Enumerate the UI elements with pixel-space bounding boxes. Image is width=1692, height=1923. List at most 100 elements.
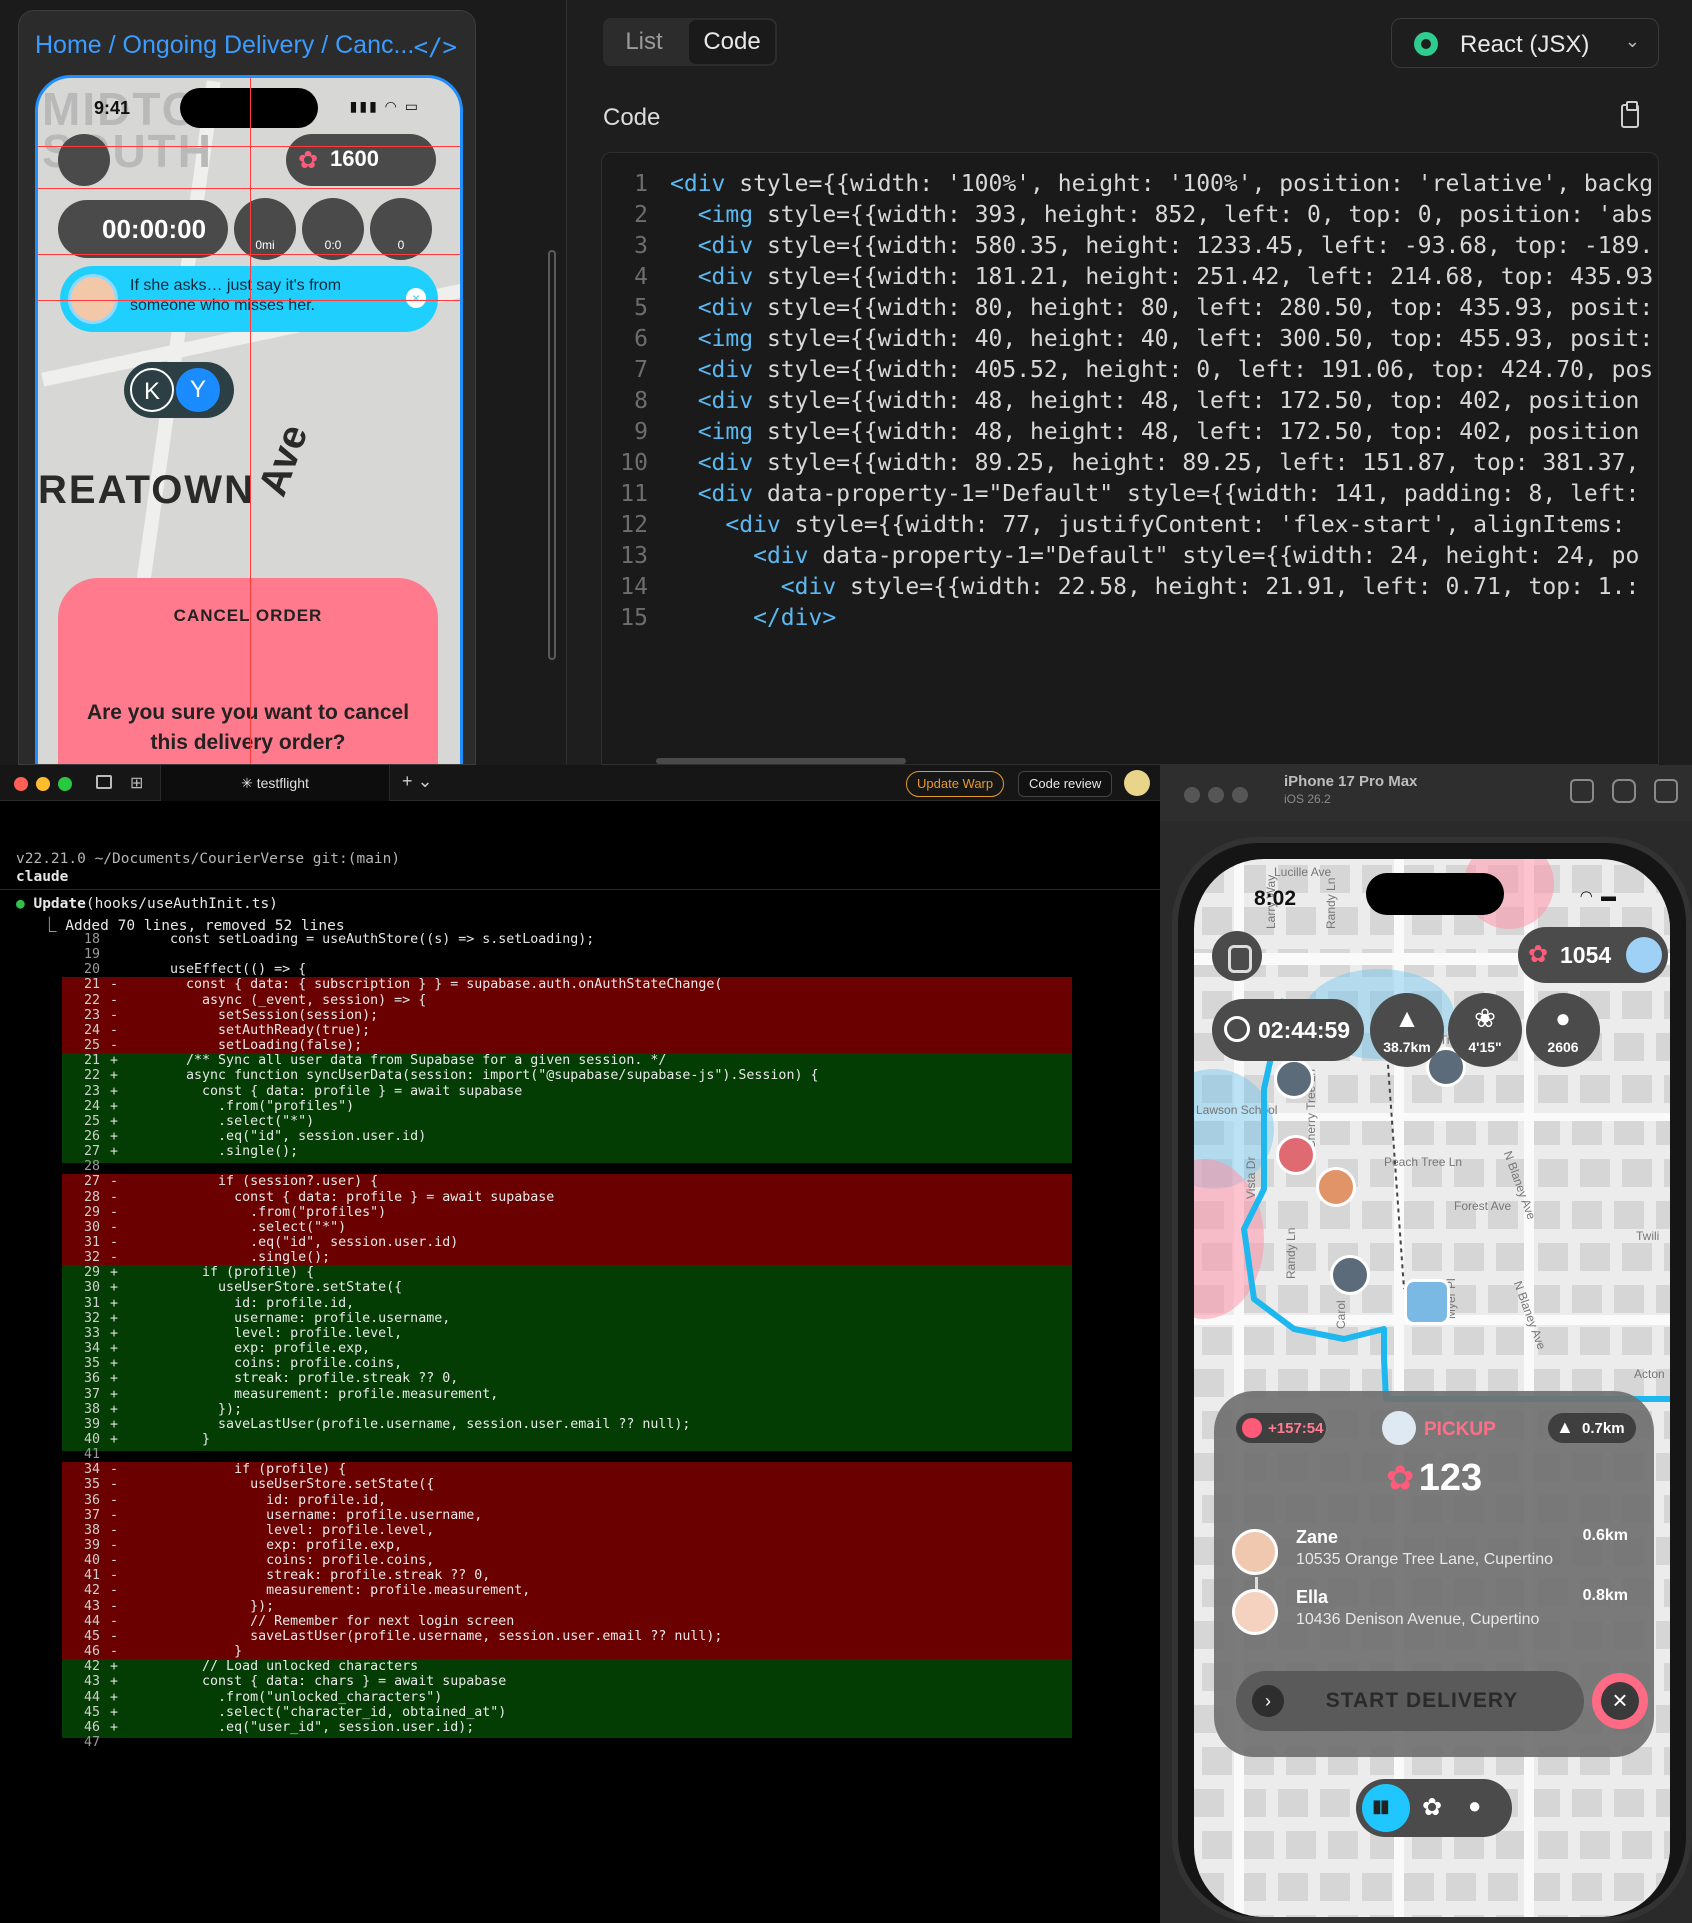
diff-line-removed: 27- if (session?.user) { bbox=[0, 1174, 1160, 1193]
stat-distance-label: 0mi bbox=[255, 238, 275, 252]
stop-address: 10436 Denison Avenue, Cupertino bbox=[1296, 1611, 1540, 1628]
grid-icon[interactable]: ⊞ bbox=[130, 773, 143, 793]
menu-button[interactable] bbox=[58, 134, 110, 186]
diff-sign: + bbox=[110, 1719, 119, 1735]
diff-sign: - bbox=[110, 1250, 119, 1266]
diff-code: username: profile.username, bbox=[138, 1507, 483, 1523]
phone-screen[interactable]: Lucille Ave Larry Way Randy Ln Apple Tree L… bbox=[1194, 859, 1670, 1917]
code-icon[interactable]: </> bbox=[414, 33, 457, 61]
message-toast[interactable]: If she asks… just say it's from someone … bbox=[60, 266, 438, 332]
code-rest: style={{width: 393, height: 852, left: 0… bbox=[753, 202, 1654, 228]
clipboard-icon[interactable] bbox=[1621, 101, 1639, 128]
rotate-icon[interactable] bbox=[1654, 779, 1678, 803]
close-window-button[interactable] bbox=[14, 777, 28, 791]
tab-list[interactable]: List bbox=[603, 18, 685, 66]
map-tab-icon[interactable] bbox=[1362, 1784, 1410, 1832]
menu-button[interactable] bbox=[1212, 931, 1262, 981]
coin-balance[interactable]: ✿ 1600 bbox=[286, 134, 436, 186]
home-icon[interactable] bbox=[1570, 779, 1594, 803]
code-text: <div style={{width: 80, height: 80, left… bbox=[670, 295, 1653, 321]
language-label: React (JSX) bbox=[1460, 31, 1590, 58]
zoom-window-button[interactable] bbox=[58, 777, 72, 791]
diff-line-removed: 28- const { data: profile } = await supa… bbox=[0, 1189, 1160, 1209]
diff-line-number: 24 bbox=[83, 1022, 100, 1038]
close-window-button[interactable] bbox=[1184, 787, 1200, 803]
close-icon[interactable]: × bbox=[406, 288, 426, 308]
code-rest: style={{width: 181.21, height: 251.42, l… bbox=[753, 264, 1654, 290]
stat-pace: ❀ 4'15" bbox=[1448, 993, 1522, 1067]
timer-value: 02:44:59 bbox=[1258, 1017, 1351, 1043]
diff-sign: + bbox=[110, 1356, 119, 1372]
code-review-button[interactable]: Code review bbox=[1018, 771, 1113, 797]
code-tag: <img bbox=[697, 326, 754, 352]
diff-line-context: 19 bbox=[0, 947, 1160, 962]
minimize-window-button[interactable] bbox=[1208, 787, 1224, 803]
scrollbar[interactable] bbox=[548, 250, 556, 660]
mail-pin-icon[interactable] bbox=[1330, 1255, 1370, 1295]
screenshot-icon[interactable] bbox=[1612, 779, 1636, 803]
code-rest: style={{width: 89.25, height: 89.25, lef… bbox=[753, 450, 1640, 476]
package-pin-icon[interactable] bbox=[1276, 1135, 1316, 1175]
update-warp-button[interactable]: Update Warp bbox=[906, 771, 1005, 797]
diff-sign: - bbox=[110, 1022, 119, 1038]
user-chip-k[interactable]: K bbox=[130, 368, 174, 412]
diff-line-added: 38 + }); bbox=[0, 1401, 1160, 1421]
stopwatch-icon bbox=[1242, 1418, 1262, 1438]
breadcrumb[interactable]: Home / Ongoing Delivery / Canc... bbox=[35, 31, 414, 60]
dynamic-island bbox=[1366, 873, 1504, 915]
stop-item[interactable]: Zane 10535 Orange Tree Lane, Cupertino 0… bbox=[1232, 1525, 1642, 1581]
diff-line-number: 22 bbox=[83, 1068, 100, 1084]
cancel-delivery-button[interactable] bbox=[1592, 1673, 1648, 1729]
avatar[interactable] bbox=[1124, 770, 1150, 796]
diff-line-number: 29 bbox=[83, 1265, 100, 1281]
toast-message: If she asks… just say it's from someone … bbox=[130, 277, 342, 314]
start-delivery-label: START DELIVERY bbox=[1325, 1689, 1519, 1712]
tab-testflight[interactable]: ✳ testflight bbox=[160, 765, 390, 801]
diff-line-number: 33 bbox=[83, 1325, 100, 1341]
diff-line-added: 24 + .from("profiles") bbox=[0, 1098, 1160, 1118]
diff-sign: - bbox=[110, 1492, 119, 1508]
code-text: <div style={{width: 89.25, height: 89.25… bbox=[670, 450, 1640, 476]
view-toggle: List Code bbox=[603, 18, 777, 66]
diff-line-number: 43 bbox=[83, 1598, 100, 1614]
code-editor[interactable]: 1 <div style={{width: '100%', height: '10… bbox=[601, 152, 1659, 765]
coin-balance[interactable]: ✿ 1054 bbox=[1518, 927, 1668, 983]
stop-item[interactable]: Ella 10436 Denison Avenue, Cupertino 0.8… bbox=[1232, 1585, 1642, 1641]
gem-icon: ✿ bbox=[1385, 1459, 1415, 1498]
divider bbox=[0, 889, 1160, 890]
sidebar-icon[interactable] bbox=[96, 775, 112, 789]
tab-code[interactable]: Code bbox=[689, 20, 775, 64]
profile-tab-icon[interactable]: ● bbox=[1468, 1793, 1481, 1819]
code-tag: <div bbox=[753, 543, 809, 569]
diff-line-number: 18 bbox=[83, 932, 100, 947]
box-pin-icon[interactable] bbox=[1316, 1167, 1356, 1207]
code-tag: <div bbox=[697, 233, 754, 259]
diff-sign: - bbox=[110, 1568, 119, 1584]
diff-line-context: 41 bbox=[0, 1447, 1160, 1462]
phone-preview-frame[interactable]: MIDTOWN SOUTH 9:41 ▮▮▮ ◠ ▭ ✿ 1600 00:00:… bbox=[35, 75, 463, 764]
diff-code: .from("profiles") bbox=[138, 1204, 387, 1220]
diff-line-removed: 25- setLoading(false); bbox=[0, 1038, 1160, 1057]
terminal-output[interactable]: v22.21.0 ~/Documents/CourierVerse git:(m… bbox=[0, 801, 1160, 1923]
diff-line-number: 35 bbox=[83, 1356, 100, 1372]
user-chip-y[interactable]: Y bbox=[176, 368, 220, 412]
code-line[interactable]: 15 </div> bbox=[602, 599, 1658, 637]
terminal-path: v22.21.0 ~/Documents/CourierVerse git:(m… bbox=[16, 851, 401, 867]
zoom-window-button[interactable] bbox=[1232, 787, 1248, 803]
mail-pin-icon[interactable] bbox=[1274, 1059, 1314, 1099]
new-tab-icon[interactable]: + ⌄ bbox=[402, 771, 433, 792]
code-rest: style={{width: 48, height: 48, left: 172… bbox=[753, 419, 1640, 445]
gem-tab-icon[interactable]: ✿ bbox=[1422, 1793, 1442, 1822]
diff-line-removed: 31- .eq("id", session.user.id) bbox=[0, 1235, 1160, 1254]
user-chip-group[interactable]: K Y bbox=[124, 362, 234, 418]
diff-sign: + bbox=[110, 1144, 119, 1160]
diff-line-number: 36 bbox=[83, 1371, 100, 1387]
horizontal-scrollbar[interactable] bbox=[656, 758, 906, 764]
start-delivery-button[interactable]: › START DELIVERY bbox=[1236, 1671, 1584, 1731]
diff-code: /** Sync all user data from Supabase for… bbox=[138, 1053, 667, 1069]
diff-line-added: 35 + coins: profile.coins, bbox=[0, 1356, 1160, 1375]
minimize-window-button[interactable] bbox=[36, 777, 50, 791]
language-select[interactable]: React (JSX) ⌄ bbox=[1391, 18, 1659, 68]
